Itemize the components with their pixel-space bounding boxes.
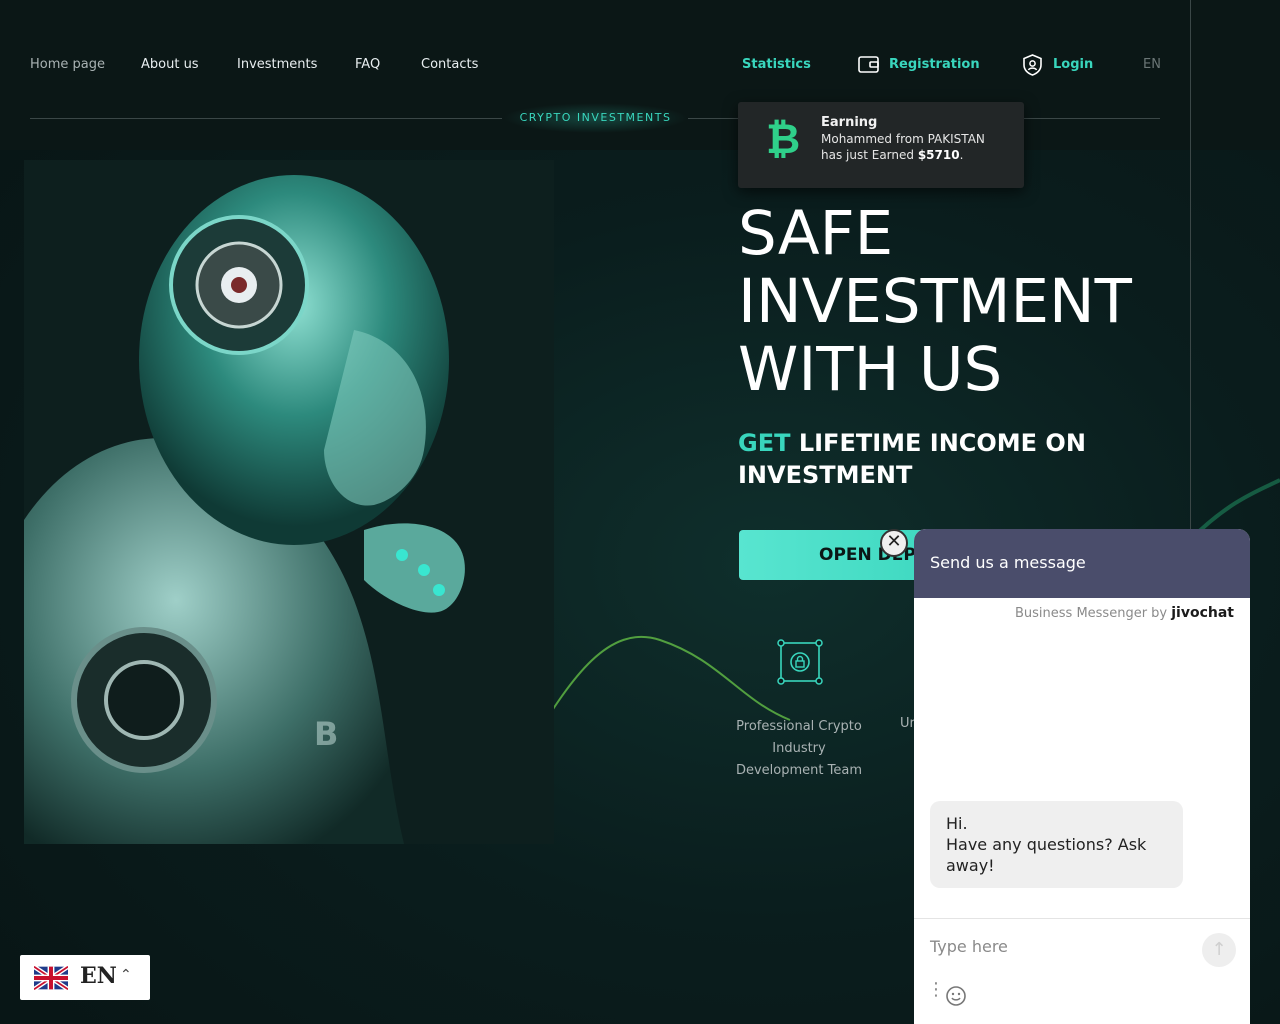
chat-message-input[interactable]: Type here <box>930 937 1008 956</box>
secure-network-icon <box>777 639 823 685</box>
nav-investments-link[interactable]: Investments <box>237 57 317 72</box>
vertical-divider <box>1190 0 1191 530</box>
chat-input-area: Type here ↑ ⋮ <box>914 918 1250 1024</box>
shield-user-icon <box>1023 54 1042 76</box>
send-arrow-icon[interactable]: ↑ <box>1202 933 1236 967</box>
nav-faq-link[interactable]: FAQ <box>355 57 380 72</box>
hero-title-line: WITH US <box>738 334 1003 405</box>
hero-subtitle-rest: LIFETIME INCOME ON INVESTMENT <box>738 429 1086 489</box>
crypto-investments-tag: CRYPTO INVESTMENTS <box>503 103 688 133</box>
earning-notification: ₿ Earning Mohammed from PAKISTAN has jus… <box>738 102 1024 188</box>
notification-line2-prefix: has just Earned <box>821 148 918 162</box>
chat-brand-prefix: Business Messenger by <box>1014 606 1172 621</box>
hero-title-line: INVESTMENT <box>738 266 1132 337</box>
notification-amount: $5710 <box>917 148 960 162</box>
robot-illustration: B <box>24 160 554 844</box>
nav-login-link[interactable]: Login <box>1053 57 1093 72</box>
notification-line2-suffix: . <box>959 148 964 162</box>
hero-title-line: SAFE <box>738 198 894 269</box>
feature-text-partial: Ur <box>900 716 915 731</box>
hero-subtitle-accent: GET <box>738 429 791 457</box>
jivochat-logo: jivochat <box>1171 605 1234 621</box>
horizontal-divider-left <box>30 118 502 119</box>
nav-contacts-link[interactable]: Contacts <box>421 57 478 72</box>
chevron-up-icon: ⌃ <box>120 967 132 983</box>
chat-header[interactable]: Send us a message <box>914 529 1250 598</box>
emoji-icon[interactable] <box>945 985 967 1007</box>
more-options-icon[interactable]: ⋮ <box>927 981 945 999</box>
wallet-icon <box>858 56 879 73</box>
nav-registration-link[interactable]: Registration <box>889 57 980 72</box>
uk-flag-icon <box>34 966 68 990</box>
nav-about-link[interactable]: About us <box>141 57 199 72</box>
nav-statistics-link[interactable]: Statistics <box>742 57 811 72</box>
notification-line1: Mohammed from PAKISTAN <box>821 132 985 146</box>
close-icon[interactable]: ✕ <box>880 529 908 557</box>
language-switcher[interactable]: EN ⌃ <box>20 955 150 1000</box>
language-link[interactable]: EN <box>1143 57 1161 72</box>
chat-widget: Send us a message Business Messenger by … <box>914 529 1250 1024</box>
chat-branding: Business Messenger by jivochat <box>1015 605 1234 621</box>
nav-home-link[interactable]: Home page <box>30 57 105 72</box>
svg-text:B: B <box>314 715 338 753</box>
notification-title: Earning <box>821 115 878 130</box>
notification-line2: has just Earned $5710. <box>821 148 963 162</box>
hero-subtitle: GET LIFETIME INCOME ON INVESTMENT <box>738 427 1098 491</box>
hero-title: SAFE INVESTMENT WITH US <box>738 200 1158 404</box>
feature-team-text: Professional Crypto Industry Development… <box>735 719 862 778</box>
bitcoin-icon: ₿ <box>766 114 801 163</box>
language-code: EN <box>80 963 117 989</box>
chat-message-bubble: Hi. Have any questions? Ask away! <box>930 801 1183 888</box>
